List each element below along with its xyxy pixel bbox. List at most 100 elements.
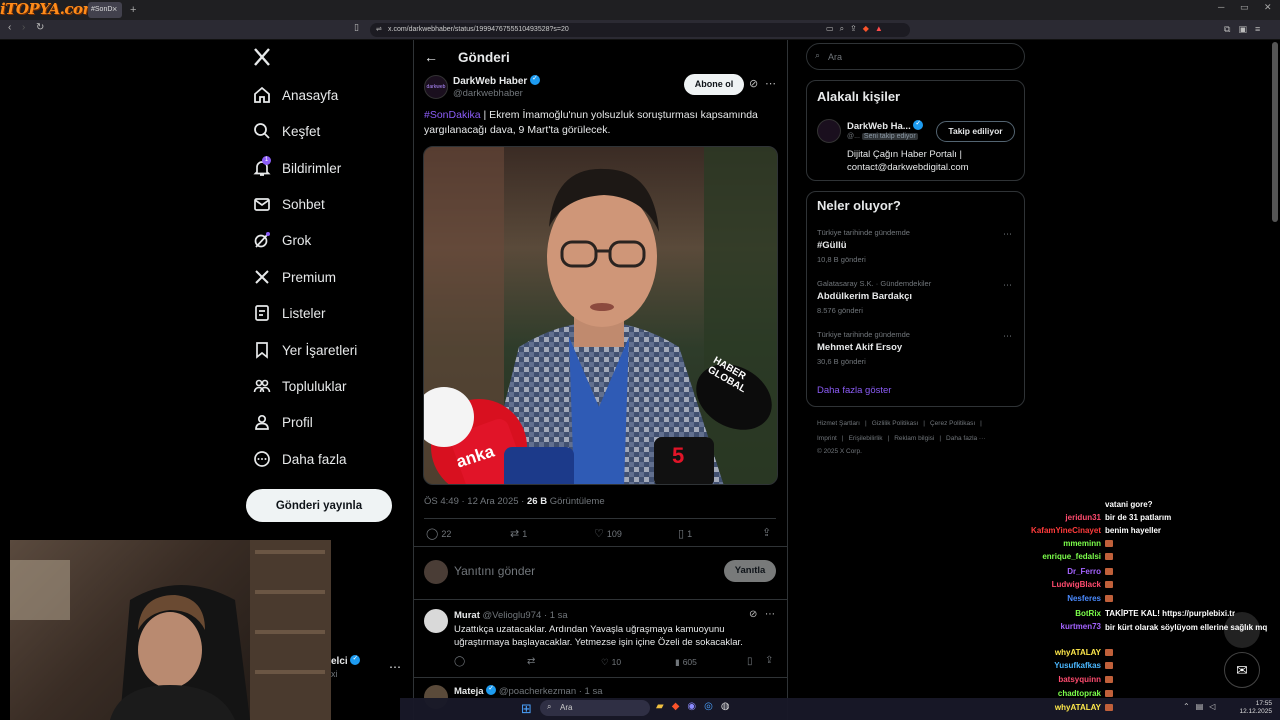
share-icon[interactable]: ⇪ (762, 526, 771, 539)
nav-bookmarks[interactable]: Yer İşaretleri (252, 335, 357, 365)
chat-username[interactable]: LudwigBlack (1020, 580, 1105, 590)
hashtag-link[interactable]: #SonDakika (424, 109, 481, 121)
share-icon[interactable]: ⇪ (765, 655, 773, 666)
grok-explain-icon[interactable]: ⊘ (749, 77, 758, 90)
extensions-icon[interactable]: ⧉ (1224, 24, 1230, 35)
reply-author-handle[interactable]: @poacherkezman (499, 686, 576, 697)
screen-icon[interactable]: ▭ (826, 24, 834, 36)
chat-username[interactable]: chadtoprak (1020, 689, 1105, 699)
trend-item[interactable]: Türkiye tarihinde gündemde #Güllü 10,8 B… (817, 228, 1017, 264)
nav-messages[interactable]: Sohbet (252, 189, 325, 219)
chat-username[interactable]: jeridun31 (1020, 513, 1105, 522)
zoom-icon[interactable]: ⌕ (840, 24, 844, 36)
post-button[interactable]: Gönderi yayınla (246, 489, 392, 522)
views-action[interactable]: ▮ 605 (675, 657, 697, 668)
reply-author-handle[interactable]: @Velioglu974 (483, 610, 542, 621)
account-switcher[interactable]: elci (331, 654, 361, 667)
window-close-button[interactable]: ✕ (1264, 2, 1272, 13)
related-name-row[interactable]: DarkWeb Ha... (847, 119, 924, 132)
retweet-action[interactable]: ⇄ 1 (510, 527, 527, 540)
author-name-row[interactable]: DarkWeb Haber (453, 74, 541, 87)
footer-link[interactable]: Gizlilik Politikası (872, 420, 919, 427)
reply-avatar[interactable] (424, 609, 448, 633)
trend-more-icon[interactable]: ⋯ (1003, 331, 1012, 342)
share-icon[interactable]: ⇪ (850, 24, 857, 36)
tab-close-icon[interactable]: × (112, 4, 117, 14)
trend-item[interactable]: Galatasaray S.K. · Gündemdekiler Abdülke… (817, 279, 1017, 315)
search-input[interactable]: Ara (806, 43, 1025, 70)
brave-shield-icon[interactable]: ◆ (863, 24, 869, 36)
window-minimize-button[interactable]: ─ (1218, 2, 1224, 12)
chat-username[interactable]: Nesferes (1020, 594, 1105, 604)
bookmark-action[interactable]: ▯ 1 (678, 527, 692, 540)
chat-username[interactable] (1020, 500, 1105, 509)
like-action[interactable]: ♡ 10 (601, 657, 621, 668)
reply-author-name[interactable]: Murat (454, 610, 480, 621)
obs-icon[interactable]: ◍ (721, 701, 730, 712)
site-info-icon[interactable]: ⇌ (376, 25, 382, 33)
footer-link[interactable]: Hizmet Şartları (817, 420, 860, 427)
following-button[interactable]: Takip ediliyor (936, 121, 1015, 142)
new-tab-button[interactable]: + (130, 4, 136, 16)
back-arrow-icon[interactable]: ← (424, 49, 438, 65)
footer-link[interactable]: Çerez Politikası (930, 420, 975, 427)
nav-notifications[interactable]: 1 Bildirimler (252, 153, 341, 183)
steam-icon[interactable]: ◎ (704, 701, 713, 712)
chat-username[interactable]: mmeminn (1020, 539, 1105, 549)
author-avatar[interactable]: darkweb (424, 75, 448, 99)
reply-icon[interactable]: ◯ (454, 656, 465, 667)
nav-communities[interactable]: Topluluklar (252, 371, 347, 401)
back-arrow-icon[interactable]: ‹ (8, 22, 11, 33)
like-action[interactable]: ♡ 109 (594, 527, 622, 540)
footer-link[interactable]: Imprint (817, 435, 837, 442)
nav-home[interactable]: Anasayfa (252, 80, 338, 110)
chat-username[interactable]: kurtmen73 (1020, 622, 1105, 633)
related-handle[interactable]: @... (847, 133, 860, 140)
window-maximize-button[interactable]: ▭ (1240, 2, 1249, 13)
nav-premium[interactable]: Premium (252, 262, 336, 292)
reply-more-icon[interactable]: ⋯ (765, 609, 775, 620)
forward-arrow-icon[interactable]: › (22, 22, 25, 33)
reply-time[interactable]: · 1 sa (544, 610, 568, 621)
wallet-icon[interactable]: ▣ (1238, 24, 1247, 35)
tweet-more-icon[interactable]: ⋯ (765, 77, 776, 90)
reload-icon[interactable]: ↻ (36, 22, 44, 33)
trend-more-icon[interactable]: ⋯ (1003, 280, 1012, 291)
brave-rewards-icon[interactable]: ▲ (875, 24, 883, 36)
bookmark-icon[interactable]: ▯ (747, 656, 753, 667)
chat-username[interactable]: batsyquinn (1020, 675, 1105, 685)
reply-input[interactable]: Yanıtını gönder (454, 564, 535, 578)
nav-lists[interactable]: Listeler (252, 298, 326, 328)
footer-link[interactable]: Reklam bilgisi (894, 435, 934, 442)
chat-username[interactable]: BotRix (1020, 609, 1105, 618)
bookmark-page-icon[interactable]: ▯ (354, 22, 359, 33)
chat-username[interactable]: Dr_Ferro (1020, 567, 1105, 577)
chat-username[interactable]: Yusufkafkas (1020, 661, 1105, 671)
trend-more-icon[interactable]: ⋯ (1003, 229, 1012, 240)
trend-item[interactable]: Türkiye tarihinde gündemde Mehmet Akif E… (817, 330, 1017, 366)
nav-grok[interactable]: Grok (252, 225, 311, 255)
folder-icon[interactable]: ▰ (656, 701, 664, 712)
scrollbar-thumb[interactable] (1272, 42, 1278, 222)
footer-link[interactable]: Erişilebilirlik (849, 435, 883, 442)
discord-icon[interactable]: ◉ (687, 701, 696, 712)
taskbar-search[interactable]: Ara (540, 700, 650, 716)
tweet-time[interactable]: ÖS 4:49 · 12 Ara 2025 · (424, 496, 527, 507)
chat-username[interactable]: KafamYineCinayet (1020, 526, 1105, 535)
show-more-link[interactable]: Daha fazla göster (817, 385, 891, 396)
nav-explore[interactable]: Keşfet (252, 116, 320, 146)
x-logo-icon[interactable] (252, 47, 274, 69)
reply-action[interactable]: ◯ 22 (426, 527, 451, 540)
account-more-icon[interactable]: ⋯ (389, 660, 401, 674)
brave-browser-icon[interactable]: ◆ (672, 701, 680, 712)
nav-profile[interactable]: Profil (252, 407, 313, 437)
chat-username[interactable]: enrique_fedalsi (1020, 552, 1105, 562)
footer-link[interactable]: Daha fazla ··· (946, 435, 985, 442)
subscribe-button[interactable]: Abone ol (684, 74, 744, 95)
nav-more[interactable]: Daha fazla (252, 444, 347, 474)
windows-start-icon[interactable]: ⊞ (521, 701, 532, 717)
author-handle[interactable]: @darkwebhaber (453, 88, 523, 99)
menu-icon[interactable]: ≡ (1255, 24, 1260, 35)
chat-username[interactable]: whyATALAY (1020, 703, 1105, 713)
grok-explain-icon[interactable]: ⊘ (749, 609, 757, 620)
